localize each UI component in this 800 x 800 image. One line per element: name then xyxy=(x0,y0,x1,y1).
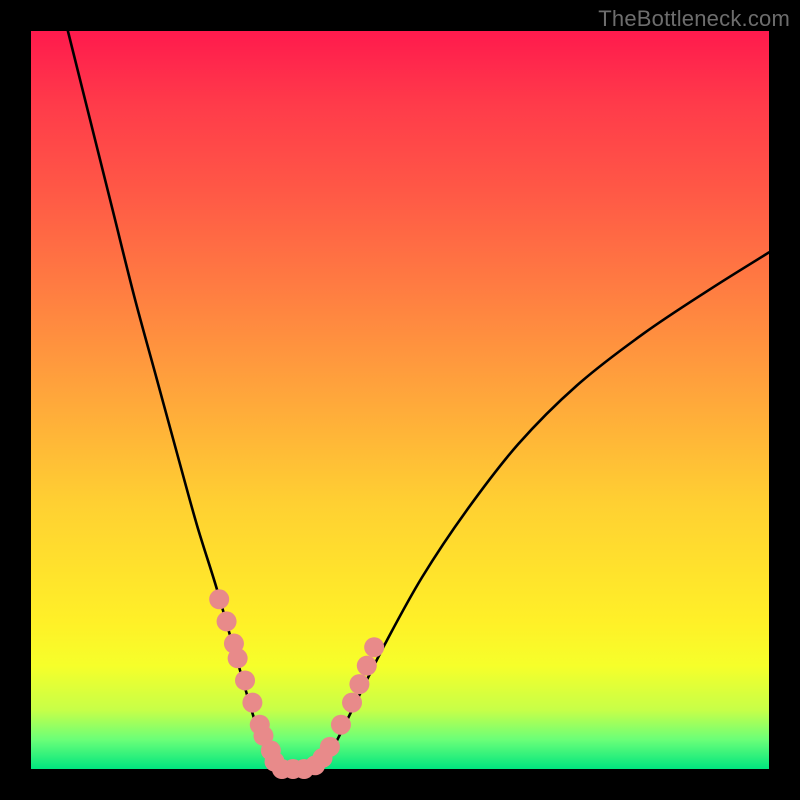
curve-group xyxy=(68,31,769,771)
outer-frame: TheBottleneck.com xyxy=(0,0,800,800)
watermark-text: TheBottleneck.com xyxy=(598,6,790,32)
bottleneck-curve xyxy=(68,31,769,771)
data-dot xyxy=(364,637,384,657)
data-dot xyxy=(349,674,369,694)
data-dot xyxy=(217,611,237,631)
data-dot xyxy=(342,693,362,713)
chart-svg xyxy=(31,31,769,769)
plot-area xyxy=(31,31,769,769)
data-dot xyxy=(242,693,262,713)
data-dot xyxy=(235,670,255,690)
data-dot xyxy=(331,715,351,735)
data-dot xyxy=(320,737,340,757)
dots-group xyxy=(209,589,384,779)
data-dot xyxy=(357,656,377,676)
data-dot xyxy=(228,648,248,668)
data-dot xyxy=(209,589,229,609)
